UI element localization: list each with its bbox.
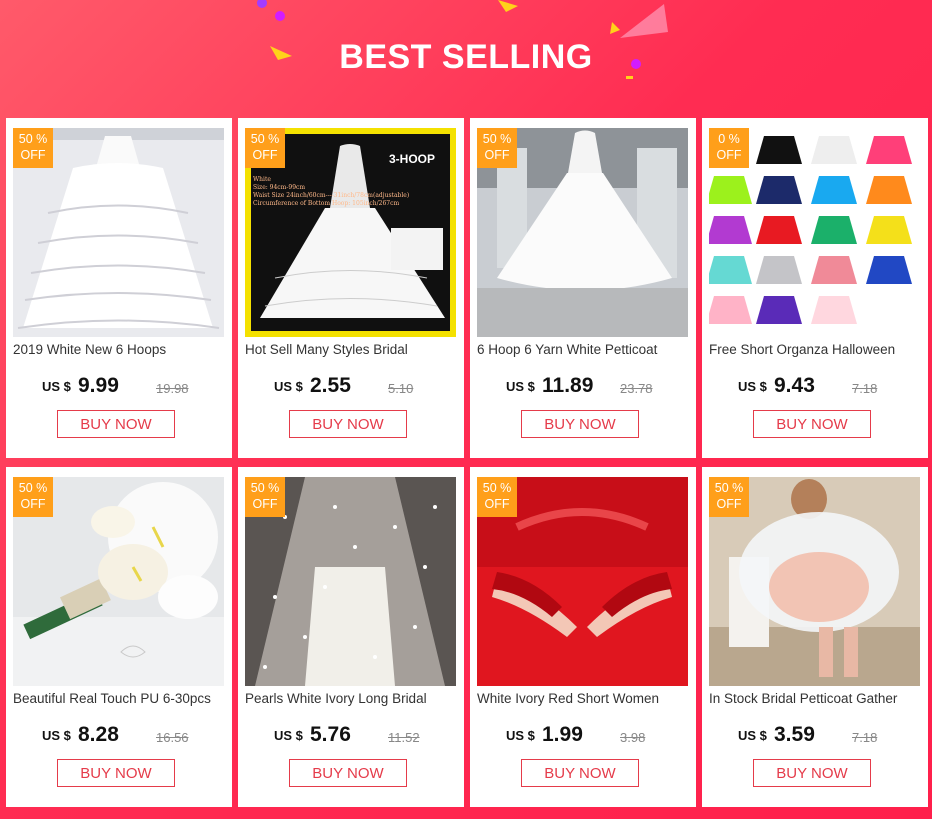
old-price: 19.98 <box>156 381 189 396</box>
discount-off-label: OFF <box>484 148 510 162</box>
discount-percent: 50 % <box>18 132 48 146</box>
discount-off-label: OFF <box>716 497 742 511</box>
buy-now-button[interactable]: BUY NOW <box>753 410 871 438</box>
buy-now-button[interactable]: BUY NOW <box>289 759 407 787</box>
price: 5.76 <box>310 723 351 746</box>
caption-line: Circumference of Bottom Hoop: 105inch/26… <box>253 200 400 207</box>
discount-badge: 50 % OFF <box>13 477 53 517</box>
buy-now-button[interactable]: BUY NOW <box>57 410 175 438</box>
price: 1.99 <box>542 723 583 746</box>
product-card[interactable]: 0 % OFF Free Short Organza Halloween US … <box>702 118 928 458</box>
old-price: 3.98 <box>620 730 646 745</box>
product-card[interactable]: 50 % OFF 2019 White New 6 Hoops US $ 9.9… <box>6 118 232 458</box>
discount-off-label: OFF <box>716 148 742 162</box>
price: 9.43 <box>774 374 815 397</box>
discount-badge: 50 % OFF <box>477 128 517 168</box>
discount-badge: 50 % OFF <box>709 477 749 517</box>
product-name[interactable]: 6 Hoop 6 Yarn White Petticoat <box>477 342 691 357</box>
petticoat-gather-image[interactable]: 50 % OFF <box>709 477 920 686</box>
currency-label: US $ <box>274 728 303 743</box>
discount-percent: 50 % <box>250 481 280 495</box>
product-name[interactable]: White Ivory Red Short Women <box>477 691 691 706</box>
product-grid: 50 % OFF 2019 White New 6 Hoops US $ 9.9… <box>0 0 932 819</box>
old-price: 7.18 <box>852 381 878 396</box>
old-price: 23.78 <box>620 381 653 396</box>
three-hoop-petticoat-image[interactable]: 3-HOOP White Size: 94cm-99cm Waist Size … <box>245 128 456 337</box>
caption-line: Size: 94cm-99cm <box>253 184 306 191</box>
discount-badge: 50 % OFF <box>477 477 517 517</box>
price: 3.59 <box>774 723 815 746</box>
price: 2.55 <box>310 374 351 397</box>
product-name[interactable]: 2019 White New 6 Hoops <box>13 342 227 357</box>
old-price: 11.52 <box>388 730 420 745</box>
old-price: 7.18 <box>852 730 878 745</box>
buy-now-button[interactable]: BUY NOW <box>289 410 407 438</box>
image-caption-lines: White Size: 94cm-99cm Waist Size 24inch/… <box>253 176 453 208</box>
discount-percent: 50 % <box>714 481 744 495</box>
discount-off-label: OFF <box>252 497 278 511</box>
petticoat-hoops-image[interactable]: 50 % OFF <box>13 128 224 337</box>
buy-now-button[interactable]: BUY NOW <box>57 759 175 787</box>
product-name[interactable]: In Stock Bridal Petticoat Gather <box>709 691 923 706</box>
buy-now-button[interactable]: BUY NOW <box>521 410 639 438</box>
mannequin-petticoat-image[interactable]: 50 % OFF <box>477 128 688 337</box>
buy-now-button[interactable]: BUY NOW <box>521 759 639 787</box>
product-name[interactable]: Pearls White Ivory Long Bridal <box>245 691 459 706</box>
caption-line: White <box>253 176 271 183</box>
discount-percent: 50 % <box>250 132 280 146</box>
currency-label: US $ <box>738 728 767 743</box>
discount-badge: 0 % OFF <box>709 128 749 168</box>
discount-percent: 0 % <box>718 132 740 146</box>
colored-tutus-grid-image[interactable]: 0 % OFF <box>709 128 920 337</box>
product-card[interactable]: 3-HOOP White Size: 94cm-99cm Waist Size … <box>238 118 464 458</box>
old-price: 5.10 <box>388 381 414 396</box>
currency-label: US $ <box>506 379 535 394</box>
price: 8.28 <box>78 723 119 746</box>
image-caption-tag: 3-HOOP <box>389 152 436 166</box>
buy-now-button[interactable]: BUY NOW <box>753 759 871 787</box>
product-name[interactable]: Beautiful Real Touch PU 6-30pcs <box>13 691 227 706</box>
product-card[interactable]: 50 % OFF Pearls White Ivory Long Bridal … <box>238 467 464 807</box>
discount-percent: 50 % <box>482 481 512 495</box>
discount-off-label: OFF <box>20 497 46 511</box>
currency-label: US $ <box>506 728 535 743</box>
pearl-veil-image[interactable]: 50 % OFF <box>245 477 456 686</box>
currency-label: US $ <box>274 379 303 394</box>
red-lace-gloves-image[interactable]: 50 % OFF <box>477 477 688 686</box>
product-card[interactable]: 50 % OFF White Ivory Red Short Women US … <box>470 467 696 807</box>
currency-label: US $ <box>738 379 767 394</box>
discount-percent: 50 % <box>482 132 512 146</box>
product-card[interactable]: 50 % OFF 6 Hoop 6 Yarn White Petticoat U… <box>470 118 696 458</box>
old-price: 16.56 <box>156 730 189 745</box>
product-card[interactable]: 50 % OFF Beautiful Real Touch PU 6-30pcs… <box>6 467 232 807</box>
currency-label: US $ <box>42 379 71 394</box>
price: 9.99 <box>78 374 119 397</box>
discount-off-label: OFF <box>484 497 510 511</box>
product-name[interactable]: Hot Sell Many Styles Bridal <box>245 342 459 357</box>
caption-line: Waist Size 24inch/60cm----31inch/78cm(ad… <box>253 192 410 199</box>
currency-label: US $ <box>42 728 71 743</box>
product-card[interactable]: 50 % OFF In Stock Bridal Petticoat Gathe… <box>702 467 928 807</box>
discount-badge: 50 % OFF <box>245 477 285 517</box>
discount-off-label: OFF <box>20 148 46 162</box>
discount-badge: 50 % OFF <box>245 128 285 168</box>
discount-badge: 50 % OFF <box>13 128 53 168</box>
calla-lily-bouquet-image[interactable]: 50 % OFF <box>13 477 224 686</box>
price: 11.89 <box>542 374 594 397</box>
product-name[interactable]: Free Short Organza Halloween <box>709 342 923 357</box>
discount-percent: 50 % <box>18 481 48 495</box>
discount-off-label: OFF <box>252 148 278 162</box>
